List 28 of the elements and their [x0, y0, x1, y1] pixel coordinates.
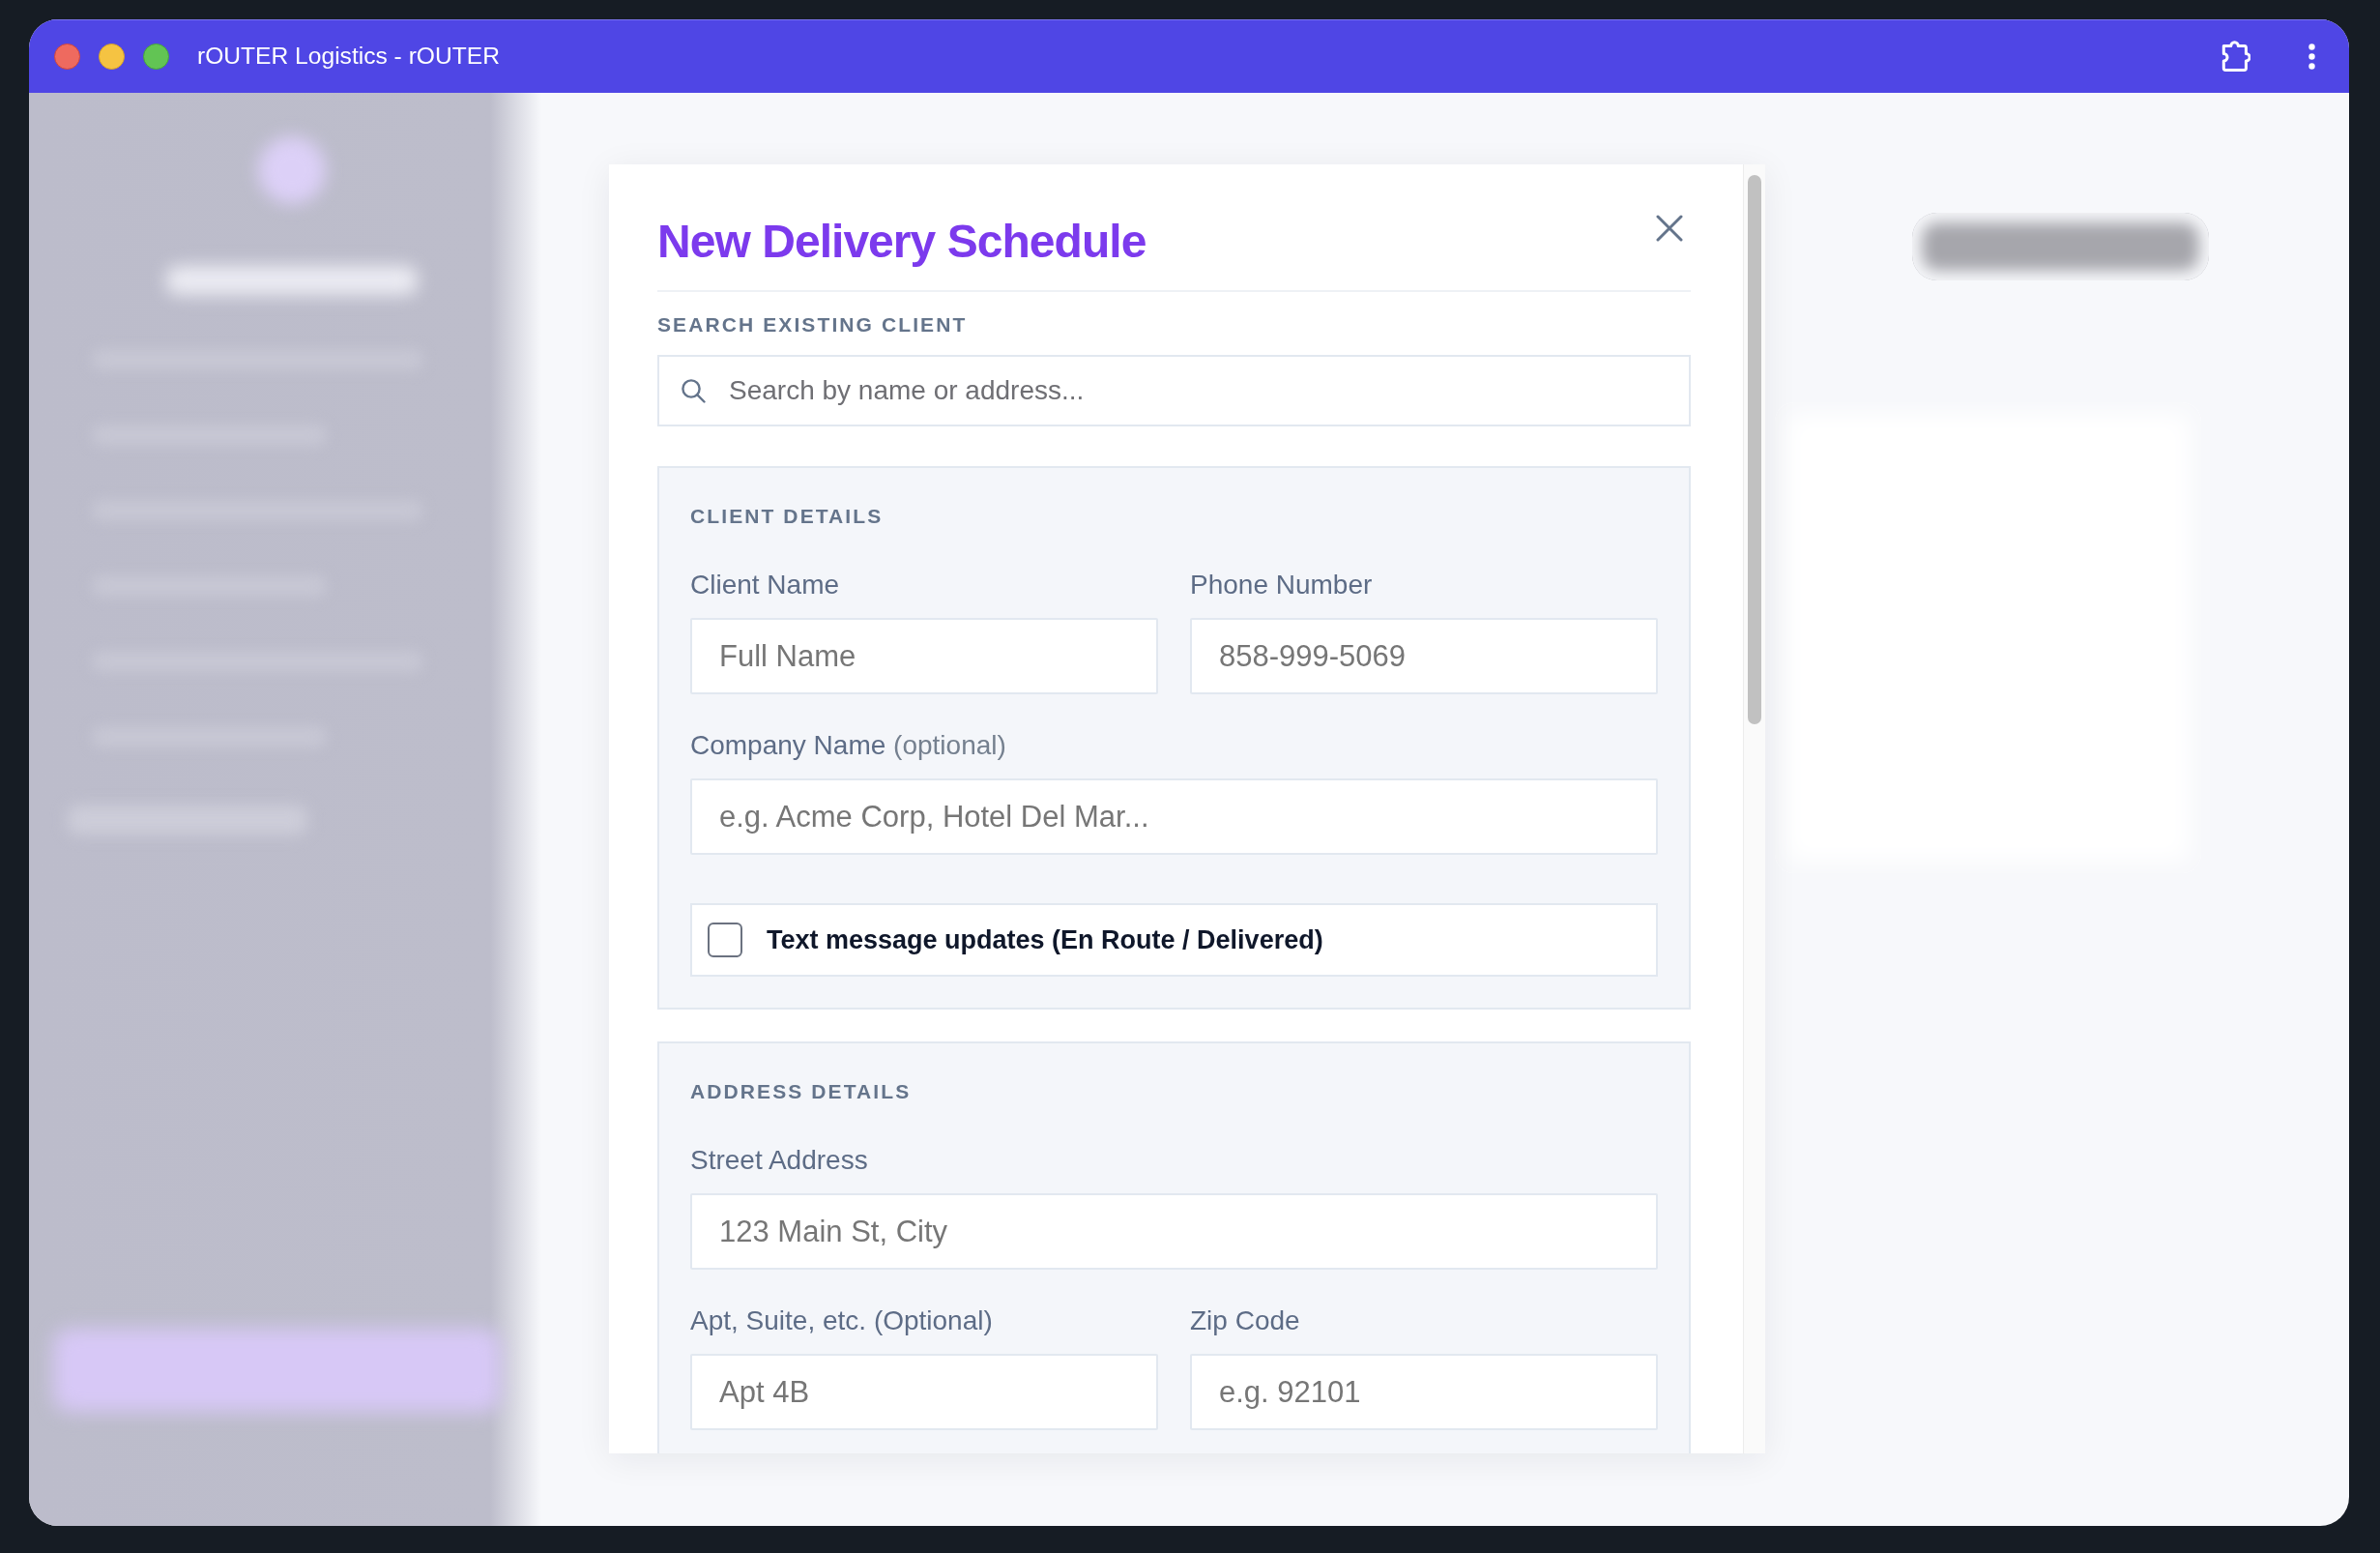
field-label: Phone Number	[1190, 569, 1374, 601]
option-card[interactable]: Text message updates (En Route / Delivered)	[690, 903, 1658, 977]
field-label: Zip Code	[1190, 1304, 1301, 1337]
input-field[interactable]: Full Name	[690, 618, 1158, 694]
input-field[interactable]: e.g. 92101	[1190, 1354, 1658, 1430]
checkbox-label[interactable]: Text message updates (En Route / Delivered)	[767, 924, 1323, 955]
window-title: rOUTER Logistics - rOUTER	[197, 42, 500, 71]
maximize-window-button[interactable]	[143, 43, 169, 70]
input-field[interactable]: 858-999-5069	[1190, 618, 1658, 694]
puzzle-icon[interactable]	[2221, 41, 2250, 72]
input-field[interactable]: Apt 4B	[690, 1354, 1158, 1430]
input-field[interactable]: 123 Main St, City	[690, 1193, 1658, 1270]
section-heading: ADDRESS DETAILS	[690, 1079, 913, 1103]
field-label: Client Name	[690, 569, 841, 601]
more-icon[interactable]	[2308, 43, 2315, 70]
scrollbar-thumb[interactable]	[1748, 175, 1761, 724]
search-icon	[681, 378, 706, 403]
dialog-title: New Delivery Schedule	[657, 215, 1146, 269]
scrollbar-track[interactable]	[1743, 164, 1765, 1453]
search-label: SEARCH EXISTING CLIENT	[657, 312, 969, 337]
field-label: Apt, Suite, etc. (Optional)	[690, 1304, 994, 1337]
checkbox[interactable]	[708, 923, 742, 957]
field-label: Company Name (optional)	[690, 729, 1007, 762]
search-field[interactable]: Search by name or address...	[657, 355, 1691, 426]
input-field[interactable]: e.g. Acme Corp, Hotel Del Mar...	[690, 778, 1658, 855]
field-label: Street Address	[690, 1144, 869, 1177]
minimize-window-button[interactable]	[99, 43, 125, 70]
section-heading: CLIENT DETAILS	[690, 504, 885, 528]
